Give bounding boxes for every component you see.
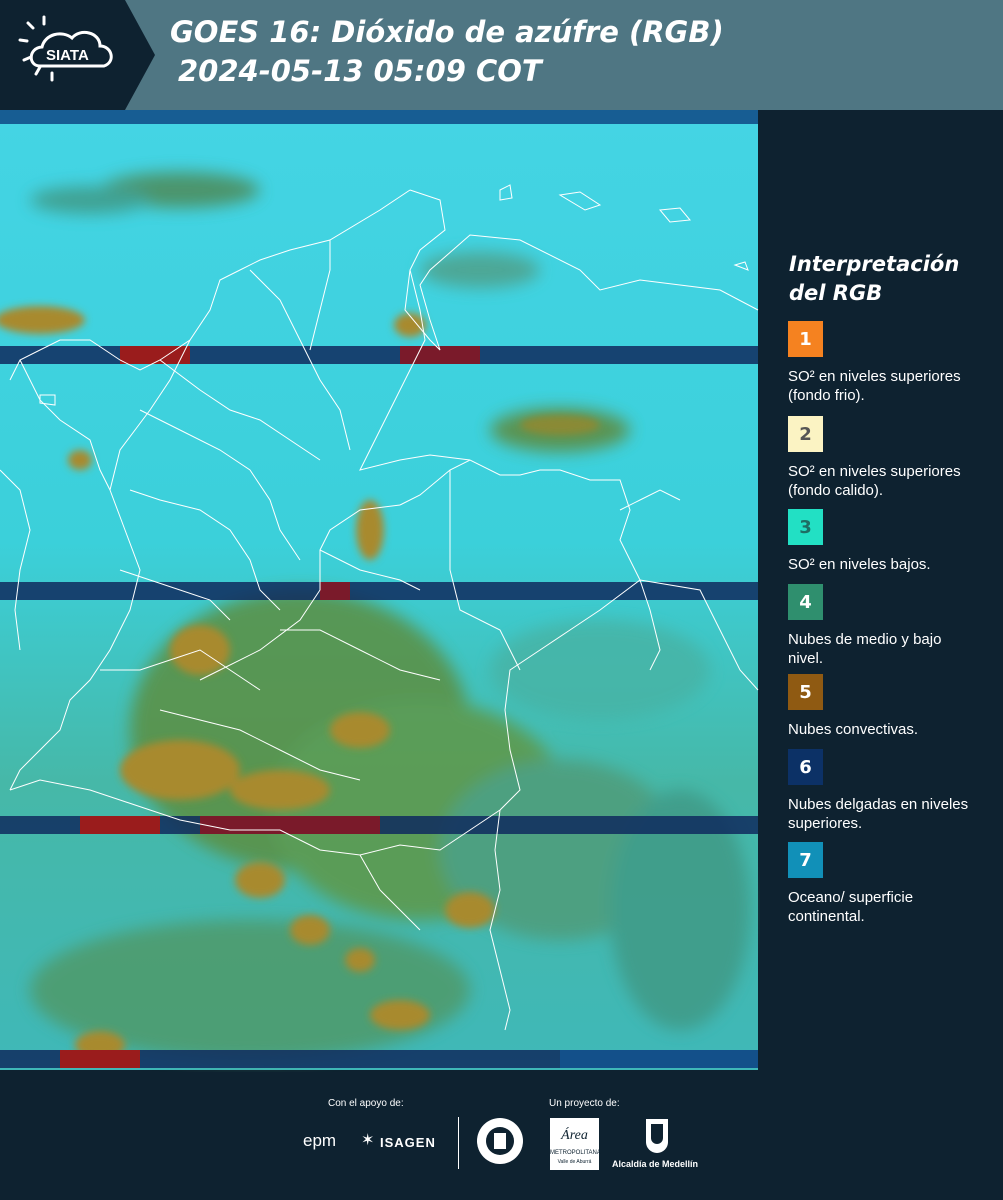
logo-plate: SIATA xyxy=(0,0,155,110)
footer: Con el apoyo de: Un proyecto de: epm ✶ I… xyxy=(0,1072,1003,1200)
alcaldia-logo-text: Alcaldía de Medellín xyxy=(612,1159,699,1169)
legend-desc-2: SO² en niveles superiores (fondo calido)… xyxy=(788,463,961,499)
area-metropolitana-logo: Área METROPOLITANA Valle de Aburrá xyxy=(550,1118,601,1170)
timestamp-title: 2024-05-13 05:09 COT xyxy=(178,54,542,88)
project-caption: Un proyecto de: xyxy=(549,1098,620,1109)
page-title: GOES 16: Dióxido de azúfre (RGB) xyxy=(170,15,724,49)
legend-swatch-6: 6 xyxy=(788,749,823,785)
legend-desc-4: Nubes de medio y bajo nivel. xyxy=(788,631,942,667)
header-bar: SIATA GOES 16: Dióxido de azúfre (RGB) 2… xyxy=(0,0,1003,110)
legend-swatch-3: 3 xyxy=(788,509,823,545)
alcaldia-shield-icon xyxy=(646,1119,668,1153)
legend-desc-1: SO² en niveles superiores (fondo frio). xyxy=(788,368,961,404)
logo-text: SIATA xyxy=(46,47,89,64)
legend-swatch-4: 4 xyxy=(788,584,823,620)
legend-title: Interpretación del RGB xyxy=(789,252,960,305)
area-logo-text: Área xyxy=(561,1128,588,1143)
legend-desc-5: Nubes convectivas. xyxy=(788,721,919,738)
epm-logo: epm xyxy=(303,1131,337,1150)
legend-swatch-1: 1 xyxy=(788,321,823,357)
satellite-map xyxy=(0,110,760,1072)
area-logo-sub: METROPOLITANA xyxy=(550,1150,601,1156)
support-caption: Con el apoyo de: xyxy=(328,1098,404,1109)
legend-desc-3: SO² en niveles bajos. xyxy=(788,556,931,573)
legend-swatch-7: 7 xyxy=(788,842,823,878)
legend-swatch-5: 5 xyxy=(788,674,823,710)
legend-swatch-2: 2 xyxy=(788,416,823,452)
satellite-image xyxy=(0,110,759,1070)
legend-desc-7: Oceano/ superficie continental. xyxy=(788,889,914,925)
area-logo-sub2: Valle de Aburrá xyxy=(557,1159,592,1165)
isagen-logo: ISAGEN xyxy=(380,1135,436,1150)
isagen-star-icon: ✶ xyxy=(361,1130,375,1149)
siata-logo: SIATA xyxy=(18,15,113,82)
legend-panel: Interpretación del RGB 1 SO² en niveles … xyxy=(760,110,1003,1072)
legend-desc-6: Nubes delgadas en niveles superiores. xyxy=(788,796,969,832)
footer-divider xyxy=(458,1117,459,1169)
medellin-seal-icon xyxy=(477,1118,523,1164)
